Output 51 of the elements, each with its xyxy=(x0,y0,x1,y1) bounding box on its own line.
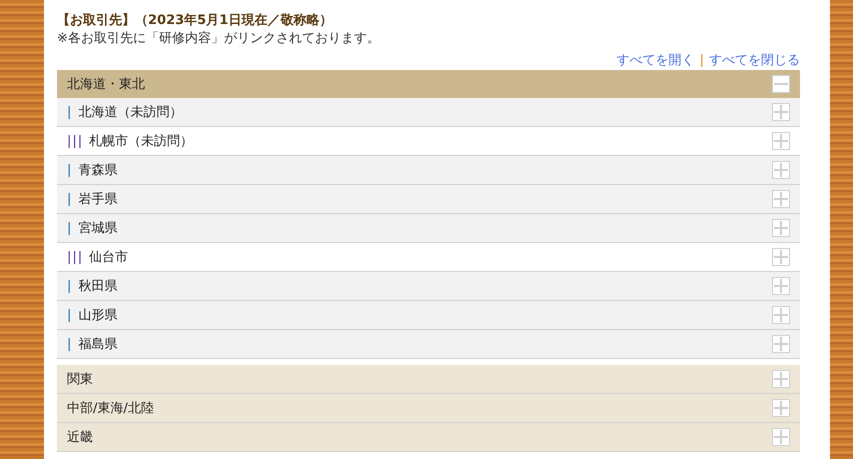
level-marker: | xyxy=(67,220,72,236)
level-marker: ||| xyxy=(67,134,84,148)
area-label: 青森県 xyxy=(78,162,118,179)
level-marker: | xyxy=(67,336,72,352)
area-label: 宮城県 xyxy=(78,220,118,237)
region-header[interactable]: 関東 xyxy=(57,365,800,394)
expand-icon[interactable] xyxy=(772,103,790,121)
expand-icon[interactable] xyxy=(772,399,790,417)
area-label: 札幌市（未訪問） xyxy=(89,133,194,150)
region-header[interactable]: 北海道・東北 xyxy=(57,70,800,98)
expand-icon[interactable] xyxy=(772,219,790,237)
level-marker: | xyxy=(67,308,72,322)
expand-icon[interactable] xyxy=(772,428,790,446)
region-label: 北海道・東北 xyxy=(67,76,146,93)
close-all-link[interactable]: すべてを閉じる xyxy=(709,52,800,70)
separator: | xyxy=(700,52,704,70)
area-label: 福島県 xyxy=(78,336,118,353)
area-row[interactable]: | 青森県 xyxy=(57,156,800,185)
section-title: 【お取引先】（2023年5月1日現在／敬称略） xyxy=(57,12,334,30)
level-marker: ||| xyxy=(67,250,84,264)
region-label: 中部/東海/北陸 xyxy=(67,400,155,417)
level-marker: | xyxy=(67,278,72,294)
area-row[interactable]: | 北海道（未訪問） xyxy=(57,98,800,127)
area-label: 北海道（未訪問） xyxy=(78,104,184,121)
area-row[interactable]: | 岩手県 xyxy=(57,185,800,214)
level-marker: | xyxy=(67,162,72,178)
level-marker: | xyxy=(67,192,72,206)
region-header[interactable]: 近畿 xyxy=(57,423,800,452)
expand-icon[interactable] xyxy=(772,335,790,353)
region-label: 近畿 xyxy=(67,429,94,446)
area-label: 岩手県 xyxy=(78,191,118,208)
area-row[interactable]: | 山形県 xyxy=(57,301,800,330)
expand-icon[interactable] xyxy=(772,248,790,266)
area-row[interactable]: | 福島県 xyxy=(57,330,800,359)
expand-icon[interactable] xyxy=(772,370,790,388)
expand-icon[interactable] xyxy=(772,277,790,295)
region-header[interactable]: 中部/東海/北陸 xyxy=(57,394,800,423)
expand-icon[interactable] xyxy=(772,306,790,324)
open-all-link[interactable]: すべてを開く xyxy=(616,52,695,70)
collapse-icon[interactable] xyxy=(772,75,790,93)
expand-icon[interactable] xyxy=(772,132,790,150)
area-row[interactable]: | 秋田県 xyxy=(57,272,800,301)
area-label: 山形県 xyxy=(78,307,118,324)
area-label: 仙台市 xyxy=(89,249,130,266)
note-text: ※各お取引先に「研修内容」がリンクされております。 xyxy=(57,30,381,48)
area-label: 秋田県 xyxy=(78,278,118,295)
expand-icon[interactable] xyxy=(772,161,790,179)
level-marker: | xyxy=(67,104,72,120)
area-row[interactable]: | 宮城県 xyxy=(57,214,800,243)
region-label: 関東 xyxy=(67,371,94,388)
expand-icon[interactable] xyxy=(772,190,790,208)
